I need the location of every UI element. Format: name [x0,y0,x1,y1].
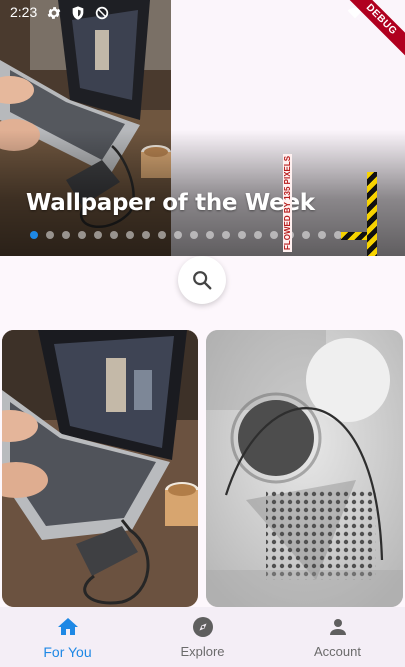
wallpaper-card-abstract[interactable] [206,330,403,607]
carousel-page-indicator[interactable] [30,231,342,239]
carousel-dot[interactable] [238,231,246,239]
overflow-warning-marker [341,232,367,240]
nav-item-for-you[interactable]: For You [0,607,135,667]
carousel-dot[interactable] [78,231,86,239]
carousel-dot[interactable] [110,231,118,239]
nav-item-account[interactable]: Account [270,607,405,667]
compass-icon [192,617,213,637]
overflow-warning-text: FLOWED BY 135 PIXELS [282,153,292,252]
app-screen: Wallpaper of the Week FLOWED BY 135 PIXE… [0,0,405,667]
carousel-dot[interactable] [158,231,166,239]
carousel-dot[interactable] [302,231,310,239]
carousel-dot[interactable] [94,231,102,239]
bottom-navigation-bar: For You Explore Account [0,607,405,667]
search-button[interactable] [178,256,226,304]
carousel-dot[interactable] [126,231,134,239]
person-icon [329,619,346,635]
carousel-dot[interactable] [254,231,262,239]
shield-icon [72,6,84,20]
abstract-circles-artwork [206,330,403,607]
laptop-desk-photo [2,330,198,607]
carousel-dot[interactable] [270,231,278,239]
carousel-dot[interactable] [222,231,230,239]
nav-label-for-you: For You [43,644,92,660]
home-icon [57,618,78,635]
wallpaper-card-laptop[interactable] [2,330,198,607]
carousel-dot[interactable] [318,231,326,239]
search-icon [193,271,212,290]
carousel-dot[interactable] [46,231,54,239]
nav-label-account: Account [314,644,361,659]
status-bar: 2:23 [0,0,405,26]
overflow-warning-stripe [367,172,377,256]
data-saver-icon [95,6,109,20]
carousel-dot[interactable] [30,231,38,239]
carousel-dot[interactable] [62,231,70,239]
status-time: 2:23 [10,4,38,20]
nav-label-explore: Explore [180,644,225,659]
carousel-dot[interactable] [142,231,150,239]
carousel-dot[interactable] [174,231,182,239]
nav-item-explore[interactable]: Explore [135,607,270,667]
carousel-dot[interactable] [190,231,198,239]
settings-icon [47,7,61,19]
wallpaper-of-the-week-carousel[interactable]: Wallpaper of the Week FLOWED BY 135 PIXE… [0,0,405,256]
hero-title: Wallpaper of the Week [26,190,315,216]
carousel-dot[interactable] [206,231,214,239]
